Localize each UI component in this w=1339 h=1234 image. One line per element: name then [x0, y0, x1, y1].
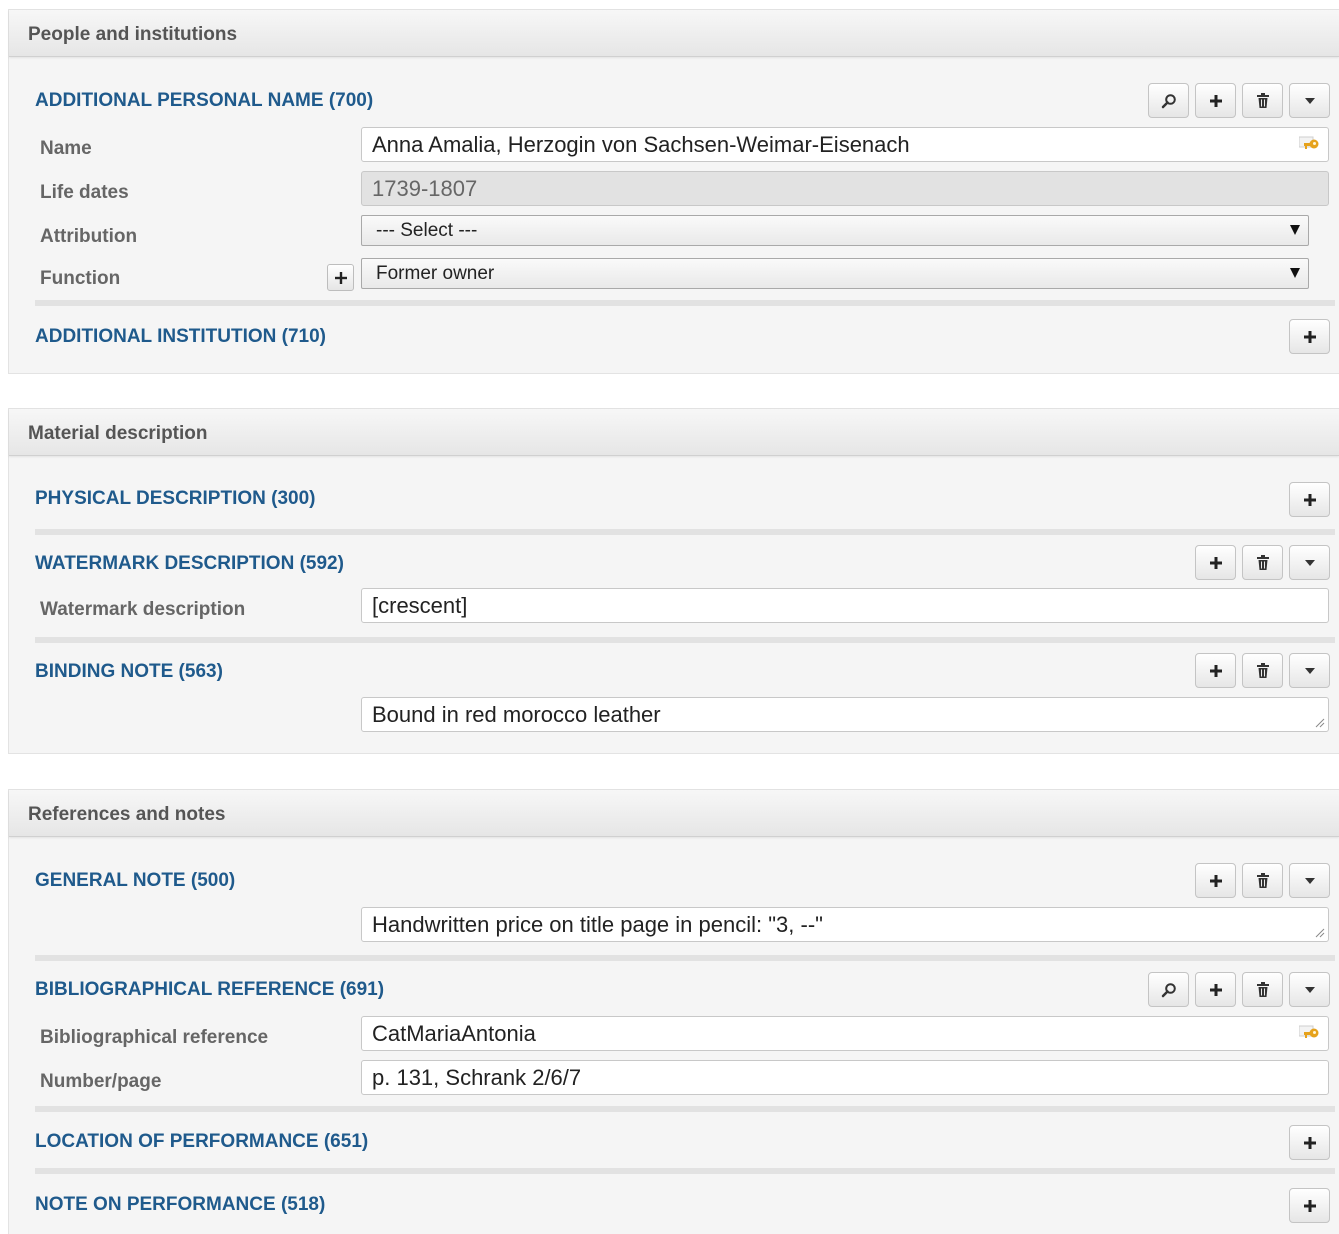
binding-note-textarea[interactable]: Bound in red morocco leather: [361, 697, 1329, 732]
add-button[interactable]: [1195, 83, 1236, 118]
more-options-button[interactable]: [1289, 545, 1330, 580]
trash-icon: [1256, 662, 1269, 678]
section-divider: [35, 955, 1335, 961]
add-button[interactable]: [1195, 972, 1236, 1007]
section-title-watermark-description: WATERMARK DESCRIPTION (592): [35, 553, 344, 574]
panel-material-description: Material description PHYSICAL DESCRIPTIO…: [8, 408, 1339, 754]
attribution-select[interactable]: --- Select ---: [361, 215, 1309, 246]
plus-icon: [1209, 664, 1222, 677]
trash-icon: [1256, 554, 1269, 570]
panel-title: References and notes: [28, 804, 226, 825]
add-button[interactable]: [1195, 863, 1236, 898]
caret-down-icon: [1304, 877, 1315, 884]
dropdown-arrow-icon: [1290, 268, 1300, 278]
attribution-label: Attribution: [40, 226, 138, 247]
panel-title: People and institutions: [28, 24, 238, 45]
search-icon: [1161, 93, 1176, 108]
search-icon: [1161, 982, 1176, 997]
section-title-binding-note: BINDING NOTE (563): [35, 661, 223, 682]
section-divider: [35, 1106, 1335, 1112]
add-button[interactable]: [1195, 653, 1236, 688]
add-physical-description-button[interactable]: [1289, 482, 1330, 517]
name-label: Name: [40, 138, 92, 159]
section-title-bibliographical-reference: BIBLIOGRAPHICAL REFERENCE (691): [35, 979, 385, 1000]
search-button[interactable]: [1148, 83, 1189, 118]
section-title-additional-institution: ADDITIONAL INSTITUTION (710): [35, 326, 326, 347]
key-icon: [1299, 1025, 1319, 1038]
attribution-selected-value: --- Select ---: [376, 220, 478, 241]
more-options-button[interactable]: [1289, 863, 1330, 898]
function-select[interactable]: Former owner: [361, 258, 1309, 289]
plus-icon: [1303, 1136, 1316, 1149]
name-input[interactable]: Anna Amalia, Herzogin von Sachsen-Weimar…: [361, 127, 1329, 162]
trash-icon: [1256, 981, 1269, 997]
delete-button[interactable]: [1242, 653, 1283, 688]
caret-down-icon: [1304, 667, 1315, 674]
watermark-description-value: [crescent]: [372, 593, 468, 618]
section-divider: [35, 637, 1335, 643]
plus-icon: [1209, 874, 1222, 887]
bibliographical-reference-value: CatMariaAntonia: [372, 1021, 536, 1046]
panel-people-and-institutions: People and institutions ADDITIONAL PERSO…: [8, 9, 1339, 374]
panel-references-and-notes: References and notes GENERAL NOTE (500) …: [8, 789, 1339, 1234]
life-dates-label: Life dates: [40, 182, 129, 203]
life-dates-value: 1739-1807: [372, 176, 478, 201]
section-title-note-on-performance: NOTE ON PERFORMANCE (518): [35, 1194, 326, 1215]
section-divider: [35, 1168, 1335, 1174]
delete-button[interactable]: [1242, 972, 1283, 1007]
life-dates-input: 1739-1807: [361, 171, 1329, 206]
more-options-button[interactable]: [1289, 83, 1330, 118]
watermark-description-input[interactable]: [crescent]: [361, 588, 1329, 623]
bibliographical-reference-input[interactable]: CatMariaAntonia: [361, 1016, 1329, 1051]
more-options-button[interactable]: [1289, 972, 1330, 1007]
section-title-additional-personal-name: ADDITIONAL PERSONAL NAME (700): [35, 90, 374, 111]
function-selected-value: Former owner: [376, 263, 495, 284]
panel-heading: People and institutions: [9, 10, 1339, 57]
add-button[interactable]: [1195, 545, 1236, 580]
number-page-input[interactable]: p. 131, Schrank 2/6/7: [361, 1060, 1329, 1095]
section-title-general-note: GENERAL NOTE (500): [35, 870, 236, 891]
general-note-textarea[interactable]: Handwritten price on title page in penci…: [361, 907, 1329, 942]
delete-button[interactable]: [1242, 83, 1283, 118]
plus-icon: [1209, 94, 1222, 107]
resize-grip-icon[interactable]: [1315, 928, 1325, 938]
panel-heading: References and notes: [9, 790, 1339, 837]
plus-icon: [1209, 983, 1222, 996]
search-button[interactable]: [1148, 972, 1189, 1007]
caret-down-icon: [1304, 97, 1315, 104]
caret-down-icon: [1304, 559, 1315, 566]
more-options-button[interactable]: [1289, 653, 1330, 688]
binding-note-value: Bound in red morocco leather: [372, 702, 661, 727]
trash-icon: [1256, 872, 1269, 888]
trash-icon: [1256, 92, 1269, 108]
resize-grip-icon[interactable]: [1315, 718, 1325, 728]
bibliographical-reference-label: Bibliographical reference: [40, 1027, 269, 1048]
section-divider: [35, 300, 1335, 306]
function-label: Function: [40, 268, 121, 289]
plus-icon: [334, 271, 347, 284]
number-page-label: Number/page: [40, 1071, 162, 1092]
delete-button[interactable]: [1242, 863, 1283, 898]
plus-icon: [1209, 556, 1222, 569]
plus-icon: [1303, 1199, 1316, 1212]
plus-icon: [1303, 330, 1316, 343]
panel-title: Material description: [28, 423, 208, 444]
panel-heading: Material description: [9, 409, 1339, 456]
add-function-button[interactable]: [327, 264, 354, 291]
caret-down-icon: [1304, 986, 1315, 993]
general-note-value: Handwritten price on title page in penci…: [372, 912, 823, 937]
name-input-value: Anna Amalia, Herzogin von Sachsen-Weimar…: [372, 132, 910, 157]
add-note-on-performance-button[interactable]: [1289, 1188, 1330, 1223]
section-divider: [35, 529, 1335, 535]
delete-button[interactable]: [1242, 545, 1283, 580]
add-institution-button[interactable]: [1289, 319, 1330, 354]
plus-icon: [1303, 493, 1316, 506]
section-title-physical-description: PHYSICAL DESCRIPTION (300): [35, 488, 316, 509]
section-title-location-of-performance: LOCATION OF PERFORMANCE (651): [35, 1131, 369, 1152]
number-page-value: p. 131, Schrank 2/6/7: [372, 1065, 582, 1090]
key-icon: [1299, 136, 1319, 149]
add-location-of-performance-button[interactable]: [1289, 1125, 1330, 1160]
watermark-description-label: Watermark description: [40, 599, 246, 620]
dropdown-arrow-icon: [1290, 225, 1300, 235]
